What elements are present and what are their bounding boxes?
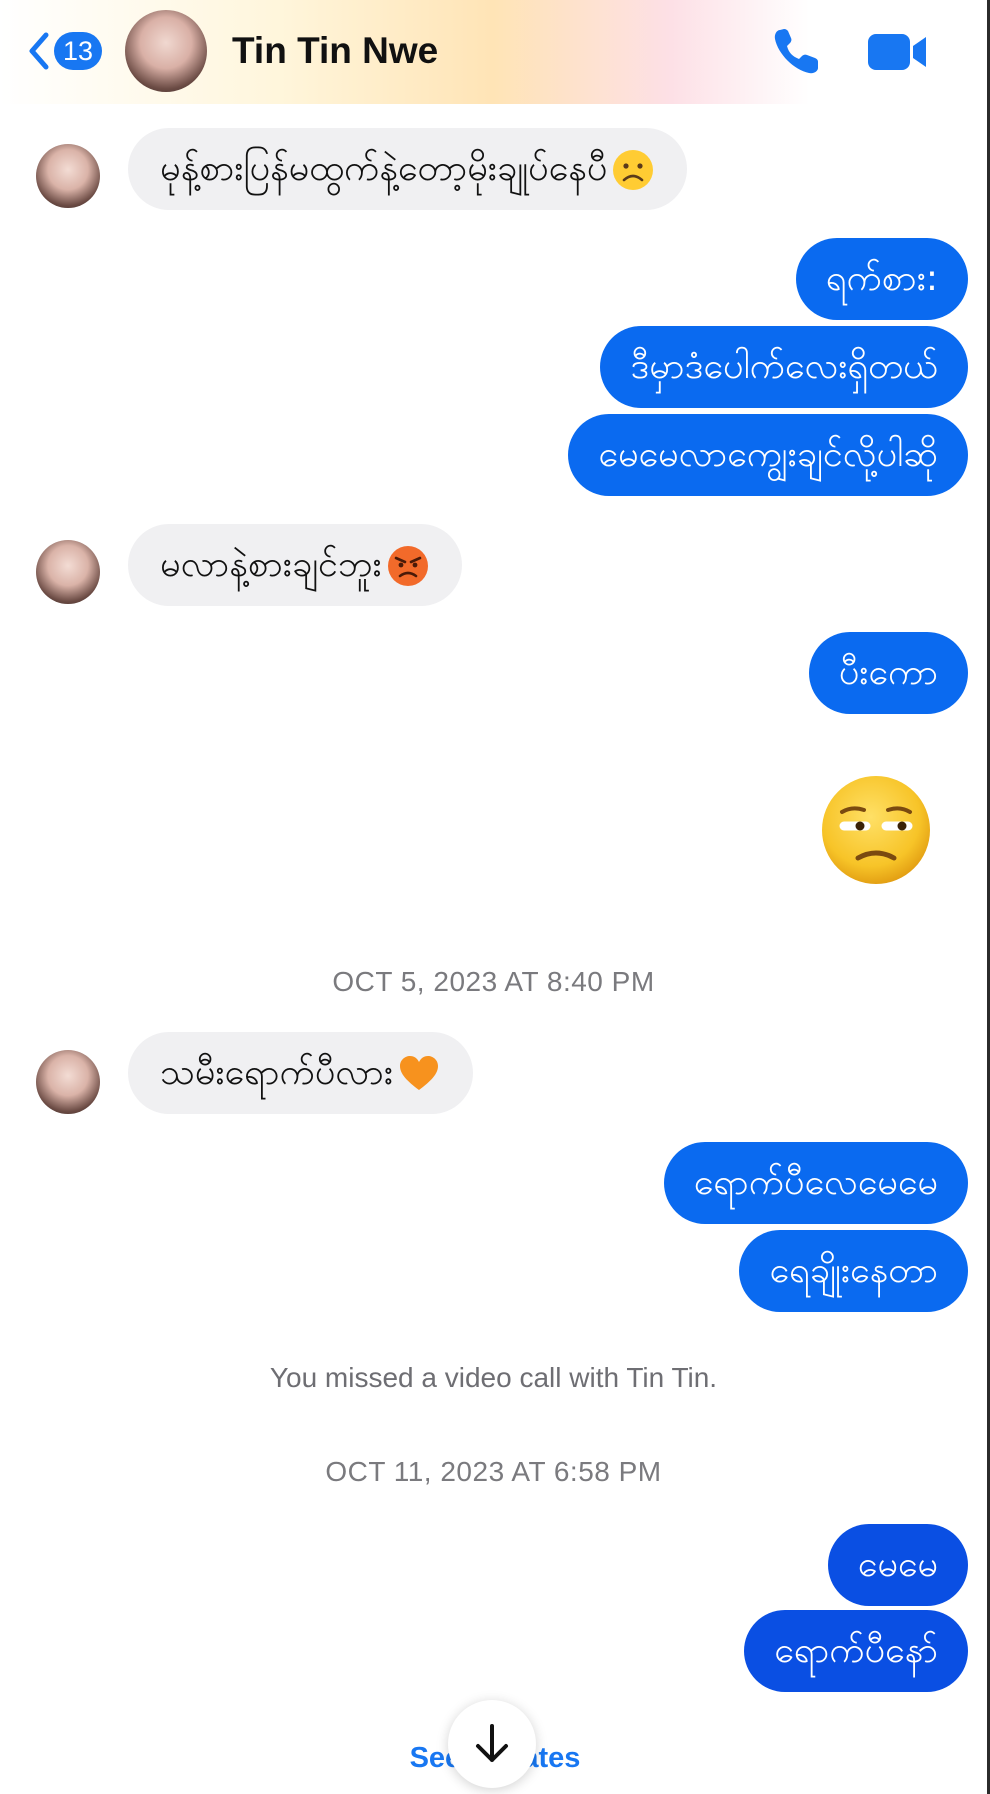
message-text: ရေချိုးနေတာ (769, 1250, 938, 1291)
message-incoming[interactable]: သမီးရောက်ပီလား (128, 1032, 473, 1114)
timestamp: OCT 5, 2023 AT 8:40 PM (332, 966, 655, 997)
unamused-face-icon[interactable] (820, 774, 932, 886)
sender-avatar[interactable] (36, 1050, 100, 1114)
back-button[interactable]: 13 (26, 28, 102, 74)
message-outgoing[interactable]: ရောက်ပီနော် (744, 1610, 968, 1692)
chat-header: 13 Tin Tin Nwe (0, 0, 987, 104)
message-text: မေမေလာကျွေးချင်လို့ပါဆို (598, 434, 938, 475)
video-call-icon[interactable] (866, 30, 930, 74)
message-outgoing[interactable]: မေမေလာကျွေးချင်လို့ပါဆို (568, 414, 968, 496)
message-text: ရောက်ပီလေမေမေ (693, 1162, 938, 1203)
scroll-to-bottom-button[interactable] (448, 1700, 536, 1788)
message-text: ရက်စား: (825, 258, 938, 299)
message-text: မုန့်စားပြန်မထွက်နဲ့တော့မိုးချုပ်နေပီ (160, 148, 608, 189)
message-outgoing[interactable]: မေမေ (827, 1524, 968, 1606)
message-text: ဒီမှာဒံပေါက်လေးရှိတယ် (630, 346, 938, 387)
frowning-face-icon (613, 150, 654, 190)
message-text: သမီးရောက်ပီလား (160, 1052, 393, 1093)
missed-call-notice: You missed a video call with Tin Tin. (269, 1362, 718, 1393)
message-outgoing[interactable]: ရေချိုးနေတာ (739, 1230, 968, 1312)
arrow-down-icon (476, 1724, 508, 1762)
message-text: ရောက်ပီနော် (774, 1630, 938, 1671)
contact-avatar[interactable] (125, 10, 207, 92)
message-outgoing[interactable]: ရက်စား: (795, 238, 968, 320)
phone-call-icon[interactable] (770, 26, 822, 78)
message-outgoing[interactable]: ပီးကော (808, 632, 968, 714)
sender-avatar[interactable] (36, 144, 100, 208)
message-outgoing[interactable]: ရောက်ပီလေမေမေ (663, 1142, 968, 1224)
orange-heart-icon (399, 1056, 438, 1090)
chevron-left-icon (29, 32, 49, 70)
message-text: ပီးကော (838, 652, 938, 693)
angry-face-icon (387, 546, 428, 586)
message-text: မေမေ (857, 1544, 938, 1585)
message-outgoing[interactable]: ဒီမှာဒံပေါက်လေးရှိတယ် (600, 326, 968, 408)
timestamp: OCT 11, 2023 AT 6:58 PM (325, 1456, 662, 1487)
contact-name[interactable]: Tin Tin Nwe (232, 28, 438, 74)
message-incoming[interactable]: မလာနဲ့စားချင်ဘူး (128, 524, 462, 606)
message-incoming[interactable]: မုန့်စားပြန်မထွက်နဲ့တော့မိုးချုပ်နေပီ (128, 128, 688, 210)
sender-avatar[interactable] (36, 540, 100, 604)
messenger-chat-screen: 13 Tin Tin Nwe မုန့်စားပြန်မထွက်နဲ့တော့မ… (0, 0, 990, 1794)
message-text: မလာနဲ့စားချင်ဘူး (160, 544, 382, 585)
unread-count-badge: 13 (54, 32, 102, 70)
